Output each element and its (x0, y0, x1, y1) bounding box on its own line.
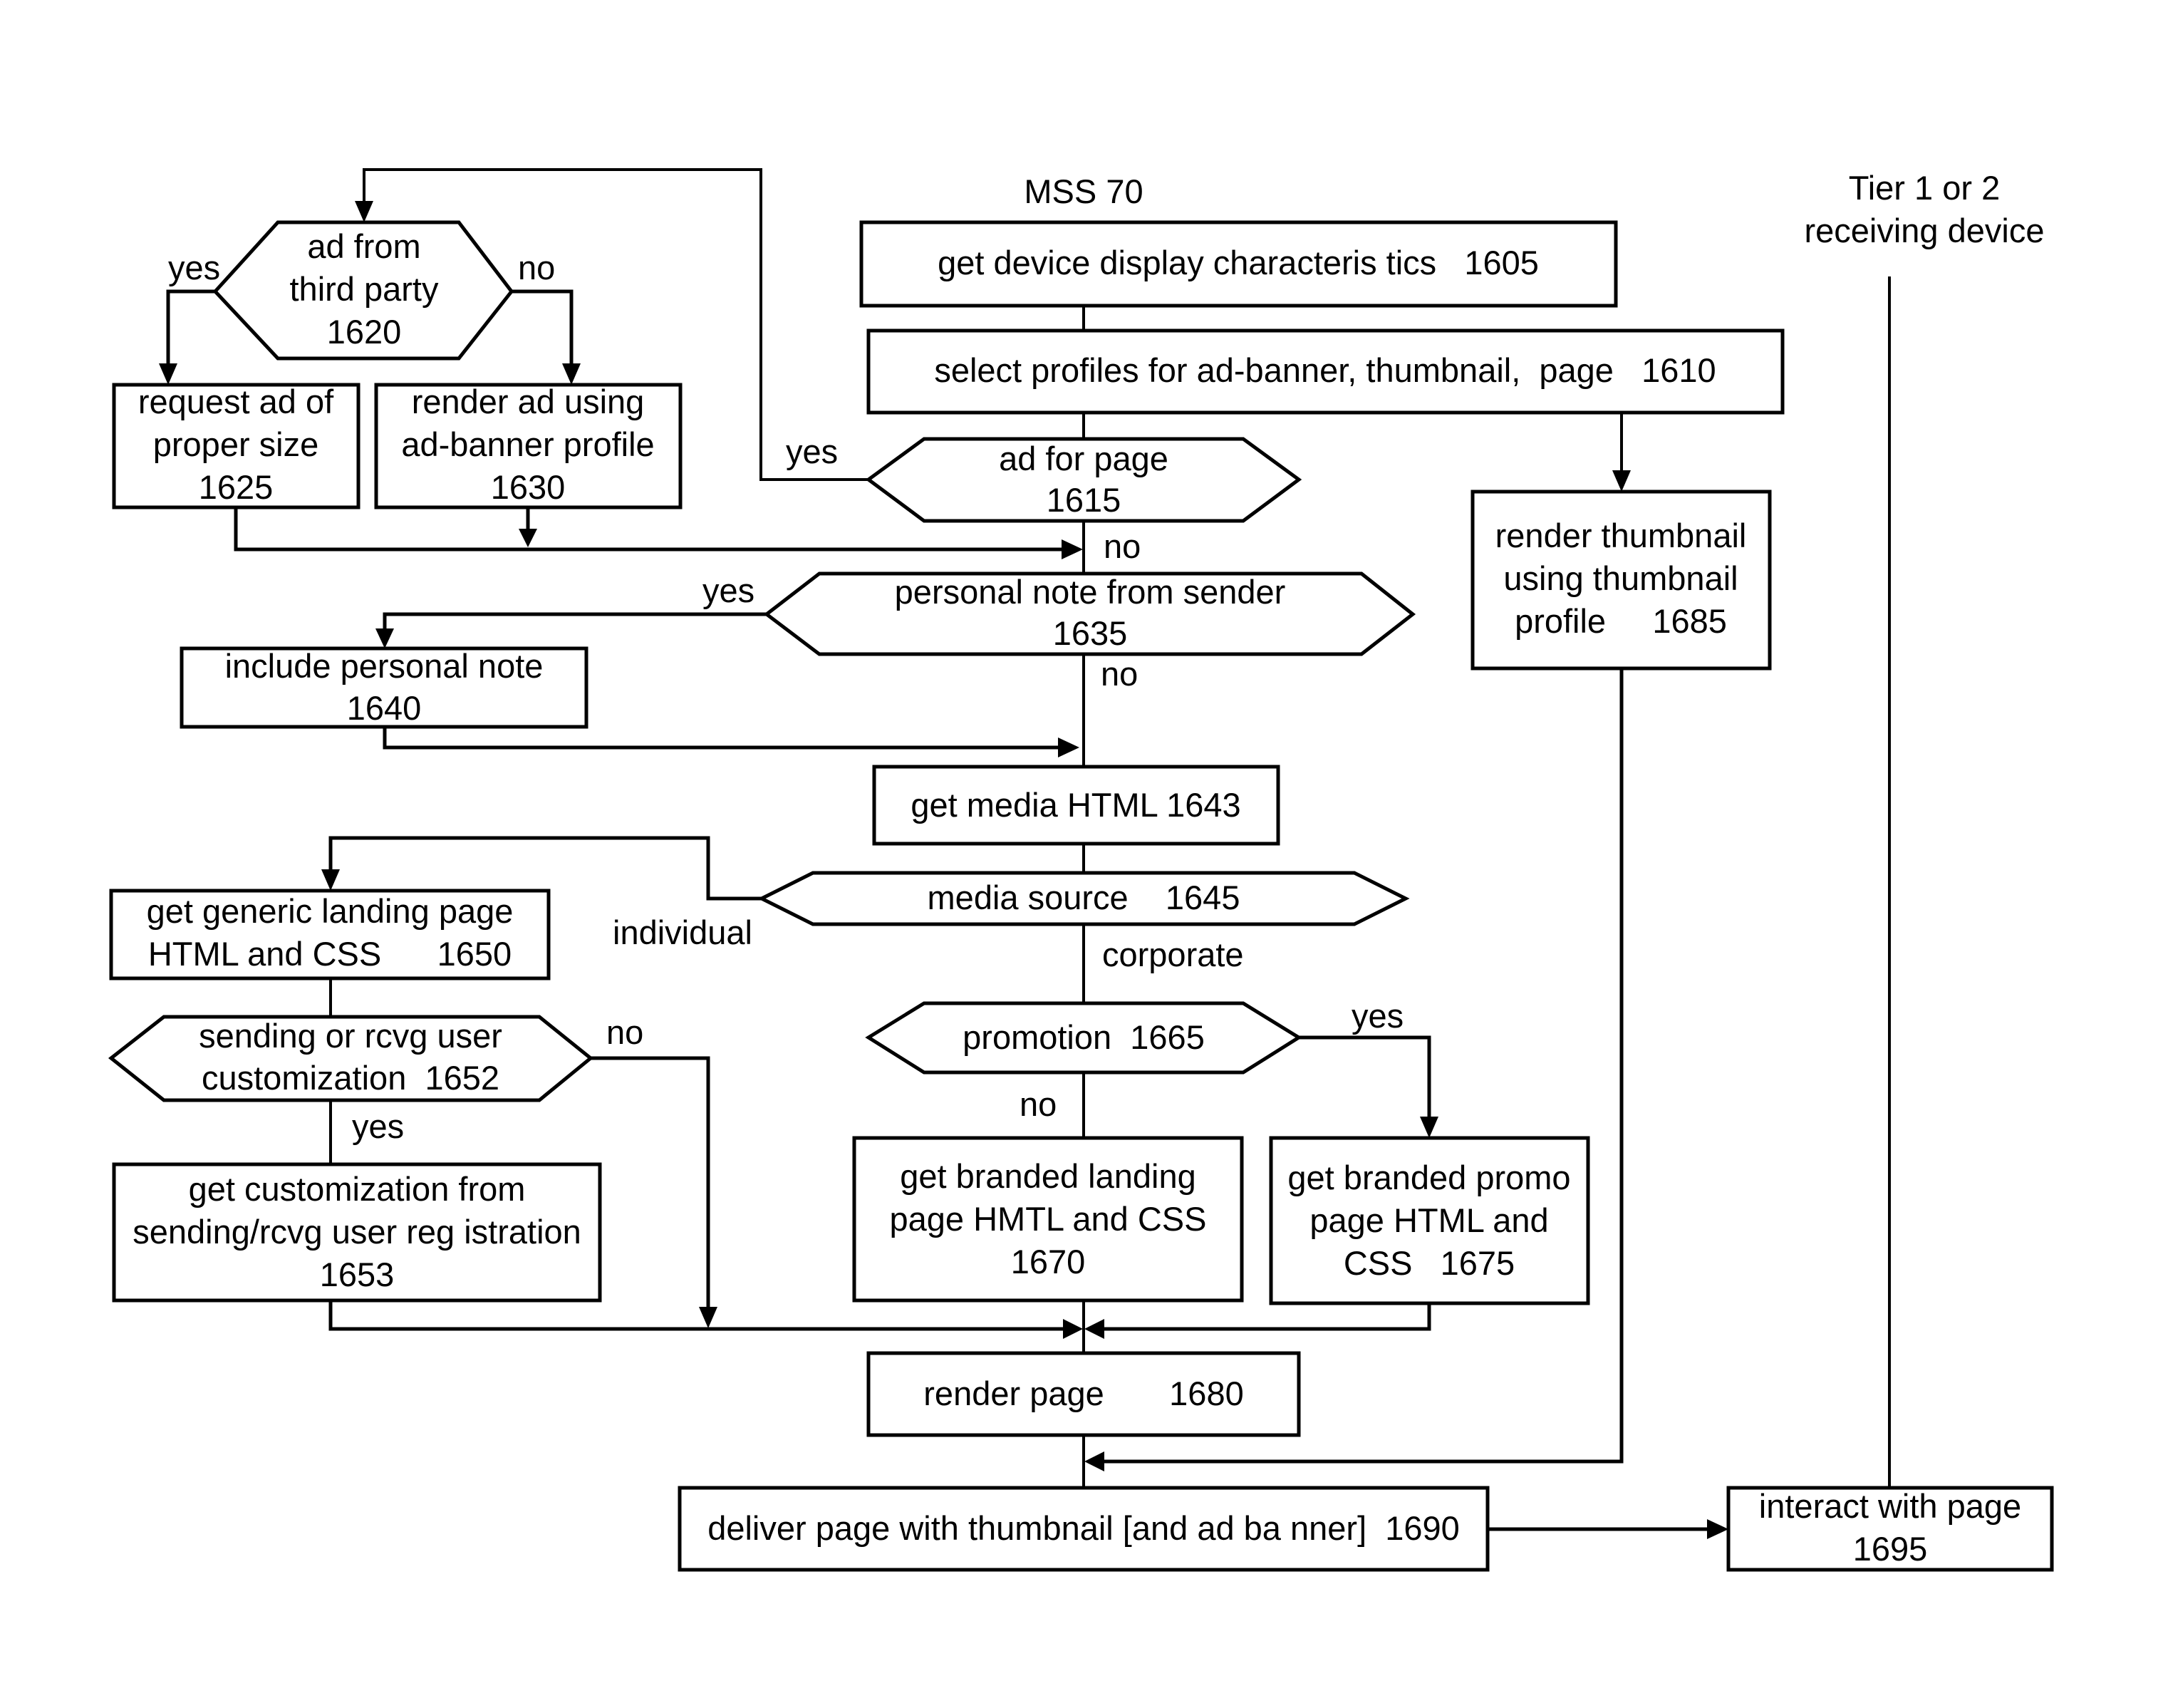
edge-label-1652-no: no (606, 1013, 643, 1051)
node-1685-text-3: profile 1685 (1515, 602, 1727, 640)
arrowhead-1640 (375, 628, 394, 648)
node-1643-text: get media HTML 1643 (911, 786, 1240, 824)
node-1650-text-2: HTML and CSS 1650 (148, 935, 512, 973)
node-1615: ad for page 1615 (865, 437, 1302, 523)
node-1653-text-3: 1653 (320, 1256, 395, 1293)
node-1670-text-3: 1670 (1011, 1243, 1086, 1280)
node-1653-text-1: get customization from (189, 1170, 526, 1208)
node-1675-text-2: page HTML and (1309, 1201, 1548, 1239)
edge-label-1665-yes: yes (1352, 997, 1404, 1035)
edge-label-1665-no: no (1020, 1085, 1057, 1123)
connector-1675-merge (1104, 1303, 1431, 1331)
node-1675-text-3: CSS 1675 (1344, 1244, 1515, 1282)
arrowhead-1650 (321, 869, 340, 891)
node-1670-text-2: page HMTL and CSS (890, 1200, 1207, 1238)
node-1670: get branded landing page HMTL and CSS 16… (852, 1136, 1244, 1303)
node-1695-text-2: 1695 (1853, 1530, 1928, 1568)
edge-label-1620-no: no (518, 249, 555, 286)
arrowhead-1675 (1420, 1117, 1438, 1138)
node-1620-text-2: third party (290, 270, 439, 308)
node-1620-text-1: ad from (307, 227, 420, 265)
node-1652-text-1: sending or rcvg user (199, 1017, 502, 1055)
lane-label-device-line2: receiving device (1804, 212, 2044, 249)
node-1680-text: render page 1680 (923, 1375, 1243, 1412)
node-1652: sending or rcvg user customization 1652 (108, 1015, 593, 1102)
arrowhead-1630-merge (519, 529, 537, 547)
node-1625: request ad of proper size 1625 (112, 383, 360, 509)
node-1615-text-1: ad for page (999, 440, 1168, 477)
node-1653-text-2: sending/rcvg user reg istration (133, 1213, 581, 1251)
node-1620-text-3: 1620 (327, 313, 402, 351)
arrowhead-merge-1643 (1058, 737, 1079, 757)
edge-label-1652-yes: yes (352, 1107, 404, 1145)
node-1605: get device display characteris tics 1605 (859, 220, 1618, 308)
node-1620: ad from third party 1620 (212, 220, 514, 361)
edge-label-1635-no: no (1101, 655, 1138, 693)
flowchart: MSS 70 Tier 1 or 2 receiving device get … (108, 168, 2054, 1572)
edge-label-1635-yes: yes (702, 571, 754, 609)
node-1695: interact with page 1695 (1726, 1486, 2054, 1572)
connector-1652-no-merge (591, 1056, 710, 1307)
connector-1640-merge (383, 727, 1058, 750)
arrowhead-1695 (1707, 1519, 1728, 1539)
node-1640-text-1: include personal note (225, 647, 544, 685)
node-1605-text: get device display characteris tics 1605 (938, 244, 1539, 281)
connector-1635-yes-1640 (383, 612, 767, 628)
edge-label-1620-yes: yes (168, 249, 220, 286)
node-1645-text: media source 1645 (928, 879, 1240, 916)
edge-label-1615-yes: yes (786, 433, 838, 470)
node-1680: render page 1680 (866, 1351, 1301, 1437)
edge-label-1645-corporate: corporate (1102, 936, 1244, 973)
edge-label-1615-no: no (1104, 527, 1141, 565)
connector-1620-yes-1625 (166, 289, 215, 363)
node-1610-text: select profiles for ad-banner, thumbnail… (934, 351, 1716, 389)
node-1630-text-1: render ad using (412, 383, 645, 420)
lane-label-device-line1: Tier 1 or 2 (1849, 169, 2000, 207)
node-1635: personal note from sender 1635 (763, 571, 1416, 656)
connector-1653-merge (328, 1300, 1063, 1331)
arrowhead-merge-right (1084, 1319, 1104, 1339)
node-1675-text-1: get branded promo (1287, 1159, 1570, 1196)
node-1645: media source 1645 (757, 871, 1410, 926)
node-1665: promotion 1665 (865, 1001, 1302, 1075)
node-1650-text-1: get generic landing page (147, 892, 514, 930)
node-1685-text-1: render thumbnail (1495, 517, 1747, 554)
node-1635-text-1: personal note from sender (895, 573, 1286, 611)
node-1665-text: promotion 1665 (963, 1018, 1205, 1056)
node-1690-text: deliver page with thumbnail [and ad ba n… (707, 1509, 1460, 1547)
node-1635-text-2: 1635 (1053, 614, 1128, 652)
connector-1665-yes-1675 (1299, 1035, 1431, 1117)
lane-label-mss: MSS 70 (1024, 172, 1143, 210)
node-1653: get customization from sending/rcvg user… (112, 1162, 602, 1303)
node-1695-text-1: interact with page (1759, 1487, 2021, 1525)
node-1640-text-2: 1640 (347, 689, 422, 727)
node-1615-text-2: 1615 (1047, 481, 1121, 519)
arrowhead-merge-1635 (1062, 539, 1083, 559)
arrowhead-1685 (1612, 470, 1631, 492)
node-1670-text-1: get branded landing (900, 1157, 1196, 1195)
node-1643: get media HTML 1643 (872, 765, 1280, 846)
arrowhead-1625 (159, 363, 177, 385)
node-1640: include personal note 1640 (180, 646, 588, 729)
node-1630-text-3: 1630 (491, 468, 566, 506)
node-1610: select profiles for ad-banner, thumbnail… (866, 328, 1785, 415)
arrowhead-merge-left (1063, 1319, 1083, 1339)
node-1625-text-1: request ad of (138, 383, 334, 420)
node-1685-text-2: using thumbnail (1503, 559, 1738, 597)
node-1630: render ad using ad-banner profile 1630 (374, 383, 683, 509)
node-1675: get branded promo page HTML and CSS 1675 (1269, 1136, 1590, 1305)
node-1685: render thumbnail using thumbnail profile… (1470, 490, 1772, 671)
connector-1620-no-1630 (512, 289, 574, 363)
node-1652-text-2: customization 1652 (202, 1059, 499, 1097)
node-1690: deliver page with thumbnail [and ad ba n… (678, 1486, 1490, 1572)
node-1650: get generic landing page HTML and CSS 16… (109, 889, 551, 980)
arrowhead-1630 (562, 363, 581, 385)
node-1625-text-2: proper size (153, 425, 319, 463)
node-1625-text-3: 1625 (199, 468, 274, 506)
arrowhead-1620 (355, 201, 373, 222)
arrowhead-1652-no (699, 1307, 717, 1328)
arrowhead-1685-merge (1084, 1451, 1104, 1471)
node-1630-text-2: ad-banner profile (401, 425, 654, 463)
edge-label-1645-individual: individual (613, 913, 752, 951)
